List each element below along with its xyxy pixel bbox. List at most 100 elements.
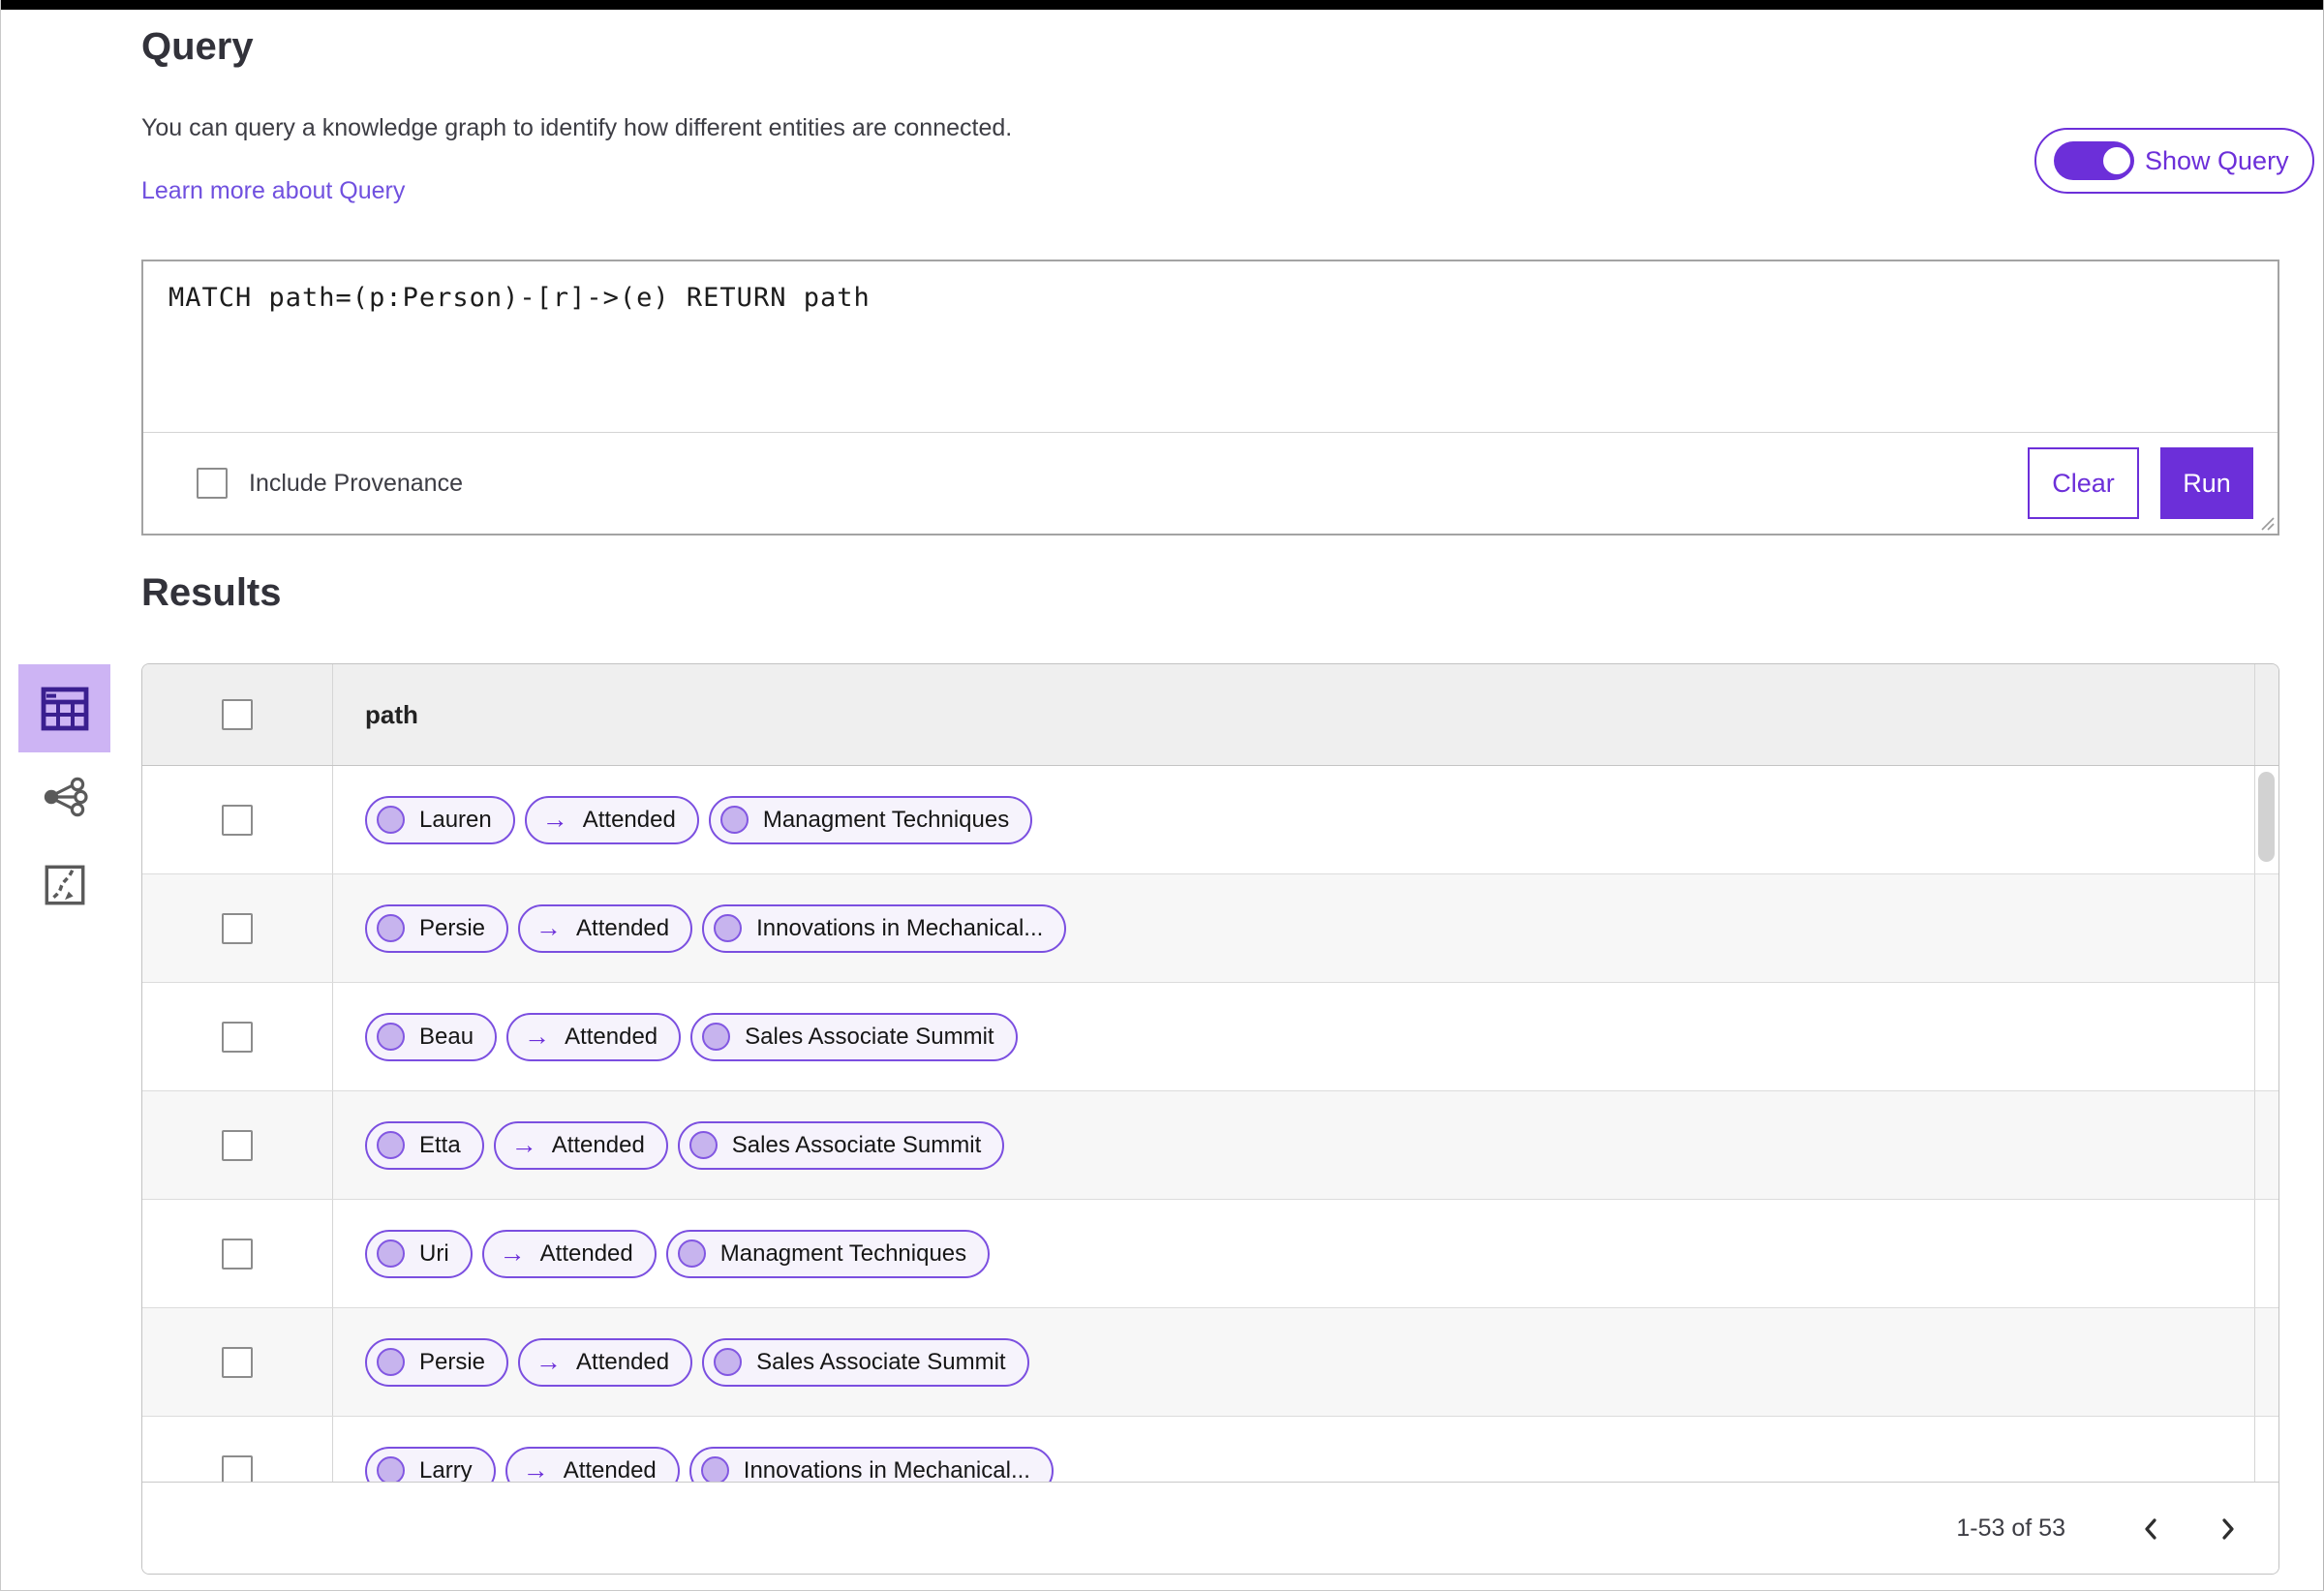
target-node-label: Managment Techniques	[762, 806, 1010, 833]
chevron-left-icon	[2145, 1517, 2156, 1540]
results-table-header: path	[142, 664, 2278, 766]
scrollbar-track[interactable]	[2254, 1200, 2278, 1307]
source-node-pill[interactable]: Uri	[365, 1229, 473, 1278]
scrollbar-track[interactable]	[2254, 1091, 2278, 1199]
scrollbar-thumb[interactable]	[2258, 772, 2275, 862]
scrollbar-track[interactable]	[2254, 874, 2278, 982]
edge-label: Attended	[582, 806, 676, 833]
row-checkbox[interactable]	[222, 1129, 253, 1161]
row-checkbox[interactable]	[222, 1021, 253, 1053]
show-query-label: Show Query	[2145, 145, 2289, 175]
results-heading: Results	[141, 571, 282, 614]
previous-page-button[interactable]	[2129, 1508, 2172, 1550]
row-checkbox[interactable]	[222, 1238, 253, 1270]
source-node-label: Uri	[419, 1239, 449, 1267]
toggle-on-icon[interactable]	[2054, 141, 2134, 180]
edge-pill[interactable]: → Attended	[481, 1229, 657, 1278]
table-row: Persie → Attended Innovations in Mechani…	[142, 874, 2278, 983]
path-cell: Uri → Attended Managment Techniques	[333, 1200, 2254, 1307]
source-node-pill[interactable]: Lauren	[365, 795, 515, 844]
path-cell: Etta → Attended Sales Associate Summit	[333, 1091, 2254, 1199]
arrow-right-icon: →	[535, 1347, 563, 1376]
edge-pill[interactable]: → Attended	[518, 1337, 693, 1387]
window-top-bar	[1, 0, 2323, 10]
source-node-label: Lauren	[419, 806, 492, 833]
node-icon	[688, 1131, 718, 1159]
node-icon	[377, 1348, 405, 1376]
clear-button[interactable]: Clear	[2028, 447, 2139, 519]
node-icon	[714, 914, 743, 942]
include-provenance-checkbox[interactable]	[197, 468, 228, 499]
row-select-cell	[142, 983, 333, 1090]
network-view-button[interactable]	[18, 752, 110, 841]
learn-more-link[interactable]: Learn more about Query	[141, 177, 405, 205]
source-node-pill[interactable]: Persie	[365, 1337, 509, 1387]
node-icon	[377, 1131, 405, 1159]
edge-pill[interactable]: → Attended	[505, 1446, 680, 1483]
query-code-input[interactable]: MATCH path=(p:Person)-[r]->(e) RETURN pa…	[143, 261, 2278, 432]
arrow-right-icon: →	[524, 1022, 551, 1051]
row-checkbox[interactable]	[222, 1454, 253, 1482]
table-view-button[interactable]	[18, 664, 110, 752]
row-select-cell	[142, 1200, 333, 1307]
row-checkbox[interactable]	[222, 912, 253, 944]
edge-pill[interactable]: → Attended	[524, 795, 699, 844]
row-select-cell	[142, 766, 333, 873]
query-controls-bar: Include Provenance Clear Run	[143, 432, 2278, 534]
show-query-toggle[interactable]: Show Query	[2034, 128, 2314, 194]
resize-handle-icon[interactable]	[2259, 515, 2275, 531]
target-node-label: Sales Associate Summit	[731, 1131, 982, 1158]
target-node-pill[interactable]: Sales Associate Summit	[702, 1337, 1029, 1387]
arrow-right-icon: →	[541, 805, 568, 834]
chart-view-button[interactable]	[18, 841, 110, 929]
target-node-pill[interactable]: Sales Associate Summit	[690, 1012, 1018, 1061]
target-node-pill[interactable]: Managment Techniques	[665, 1229, 991, 1278]
node-icon	[377, 806, 405, 834]
source-node-label: Persie	[419, 1348, 486, 1375]
pagination-bar: 1-53 of 53	[142, 1482, 2278, 1574]
scrollbar-track[interactable]	[2254, 1308, 2278, 1416]
path-cell: Beau → Attended Sales Associate Summit	[333, 983, 2254, 1090]
target-node-pill[interactable]: Innovations in Mechanical...	[702, 903, 1067, 953]
edge-label: Attended	[576, 1348, 670, 1375]
scrollbar-track-header	[2254, 664, 2278, 765]
table-view-icon	[41, 687, 88, 730]
query-editor-panel: MATCH path=(p:Person)-[r]->(e) RETURN pa…	[141, 260, 2279, 535]
row-select-cell	[142, 1308, 333, 1416]
source-node-pill[interactable]: Larry	[365, 1446, 496, 1482]
chevron-right-icon	[2222, 1517, 2234, 1540]
edge-pill[interactable]: → Attended	[493, 1120, 668, 1170]
next-page-button[interactable]	[2207, 1508, 2249, 1550]
target-node-pill[interactable]: Innovations in Mechanical...	[688, 1446, 1054, 1482]
target-node-pill[interactable]: Managment Techniques	[708, 795, 1033, 844]
select-all-checkbox[interactable]	[222, 699, 253, 730]
path-cell: Lauren → Attended Managment Techniques	[333, 766, 2254, 873]
table-row: Uri → Attended Managment Techniques	[142, 1200, 2278, 1308]
source-node-label: Persie	[419, 914, 486, 941]
source-node-pill[interactable]: Persie	[365, 903, 509, 953]
target-node-label: Sales Associate Summit	[745, 1023, 994, 1050]
table-row: Etta → Attended Sales Associate Summit	[142, 1091, 2278, 1200]
source-node-pill[interactable]: Etta	[365, 1120, 484, 1170]
edge-pill[interactable]: → Attended	[506, 1012, 682, 1061]
row-checkbox[interactable]	[222, 1346, 253, 1378]
edge-pill[interactable]: → Attended	[518, 903, 693, 953]
path-cell: Larry → Attended Innovations in Mechanic…	[333, 1417, 2254, 1482]
results-view-switcher	[18, 664, 110, 929]
network-view-icon	[44, 777, 88, 816]
results-table: path Lauren → Attended Managment Techniq…	[141, 663, 2279, 1575]
edge-label: Attended	[565, 1023, 658, 1050]
target-node-pill[interactable]: Sales Associate Summit	[677, 1120, 1005, 1170]
scrollbar-track[interactable]	[2254, 1417, 2278, 1482]
scrollbar-track[interactable]	[2254, 983, 2278, 1090]
node-icon	[377, 1023, 405, 1051]
chart-view-icon	[45, 865, 84, 904]
edge-label: Attended	[576, 914, 670, 941]
row-checkbox[interactable]	[222, 804, 253, 836]
source-node-pill[interactable]: Beau	[365, 1012, 498, 1061]
arrow-right-icon: →	[522, 1455, 549, 1483]
node-icon	[700, 1456, 729, 1482]
run-button[interactable]: Run	[2160, 447, 2253, 519]
target-node-label: Innovations in Mechanical...	[756, 914, 1044, 941]
row-select-cell	[142, 874, 333, 982]
